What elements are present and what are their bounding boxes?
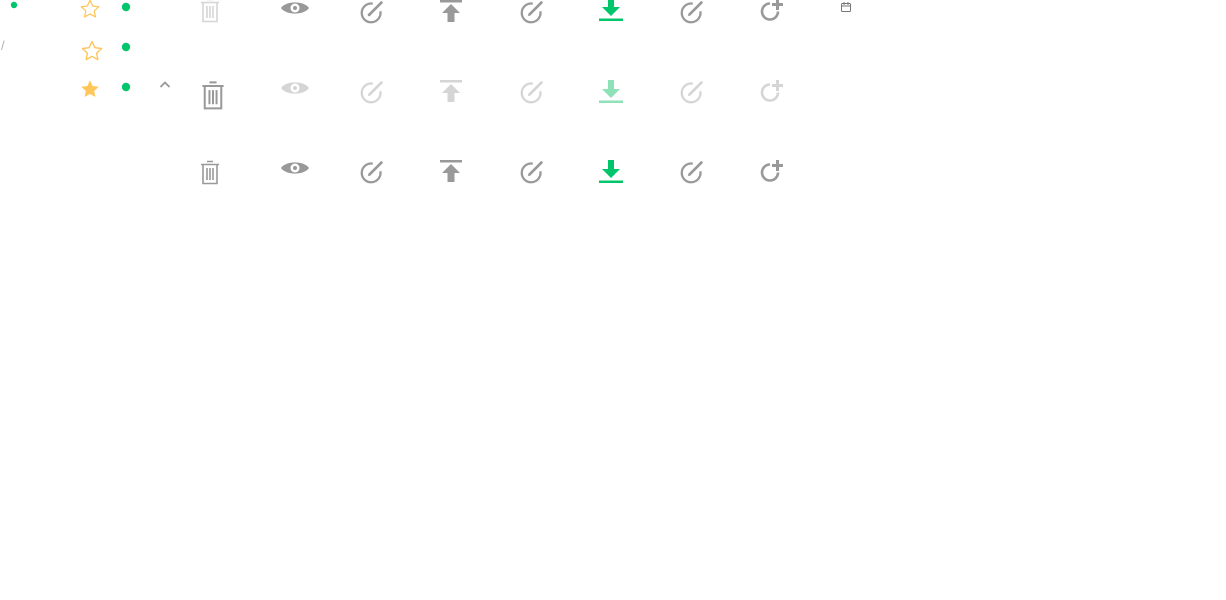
star-outline-icon[interactable] xyxy=(79,0,101,20)
trash-icon[interactable] xyxy=(199,0,221,24)
status-dot-icon xyxy=(121,82,131,92)
upload-icon[interactable] xyxy=(440,160,462,182)
edit-icon[interactable] xyxy=(519,0,544,25)
eye-icon[interactable] xyxy=(280,159,310,179)
download-icon[interactable] xyxy=(599,160,623,184)
edit-icon[interactable] xyxy=(519,80,544,105)
edit-icon[interactable] xyxy=(359,80,384,105)
add-circle-icon[interactable] xyxy=(758,159,784,185)
download-icon[interactable] xyxy=(599,0,623,22)
caret-up-icon[interactable] xyxy=(159,80,171,88)
trash-icon[interactable] xyxy=(199,160,221,186)
add-circle-icon[interactable] xyxy=(758,79,784,105)
star-outline-icon[interactable] xyxy=(80,39,104,63)
upload-icon[interactable] xyxy=(440,0,462,22)
download-icon[interactable] xyxy=(599,80,623,104)
star-filled-icon[interactable] xyxy=(79,78,101,100)
edit-icon[interactable] xyxy=(679,0,704,25)
status-dot-icon xyxy=(10,1,18,9)
edit-icon[interactable] xyxy=(359,0,384,25)
edit-icon[interactable] xyxy=(519,160,544,185)
status-dot-icon xyxy=(121,2,131,12)
separator-slash: / xyxy=(1,38,5,53)
edit-icon[interactable] xyxy=(679,160,704,185)
upload-icon[interactable] xyxy=(440,80,462,102)
eye-icon[interactable] xyxy=(280,0,310,19)
calendar-icon xyxy=(841,2,851,12)
add-circle-icon[interactable] xyxy=(758,0,784,24)
status-dot-icon xyxy=(121,42,131,52)
edit-icon[interactable] xyxy=(359,160,384,185)
trash-icon[interactable] xyxy=(200,80,226,112)
eye-icon[interactable] xyxy=(280,79,310,99)
edit-icon[interactable] xyxy=(679,80,704,105)
